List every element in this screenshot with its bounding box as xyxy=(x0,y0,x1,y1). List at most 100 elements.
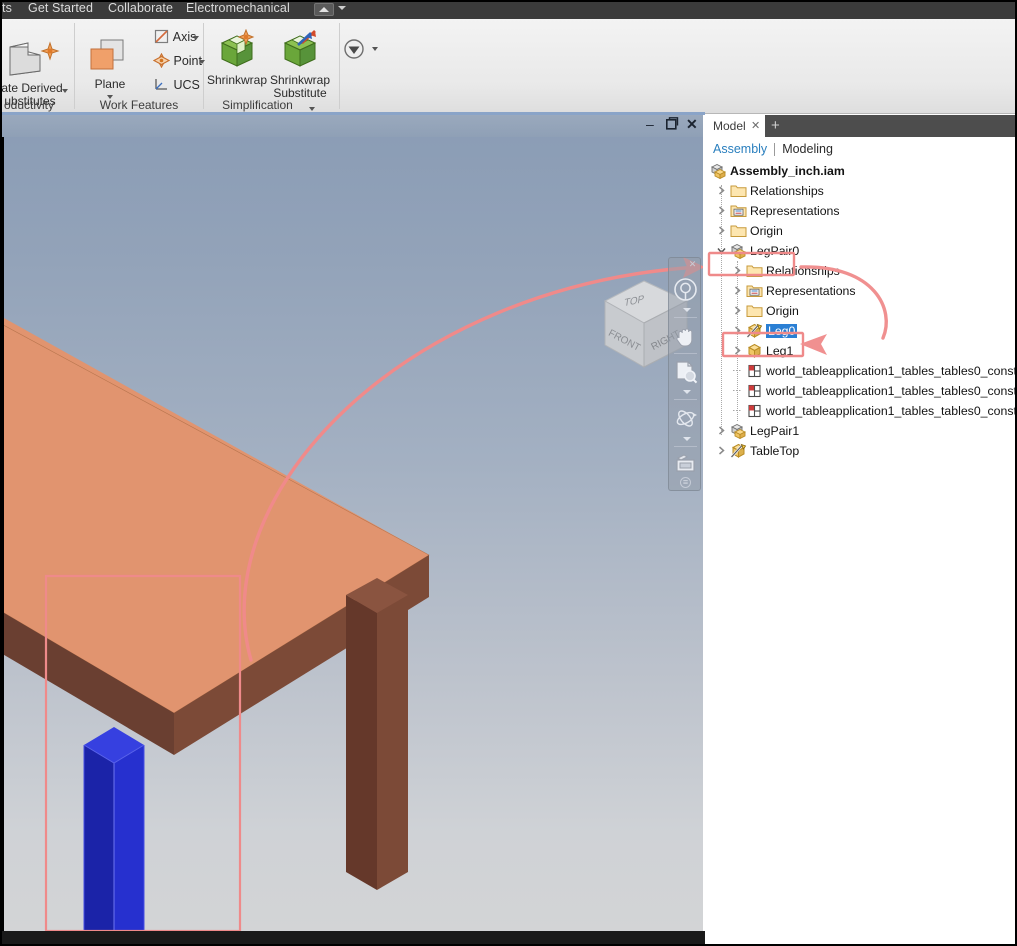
navbar-close-icon[interactable]: ✕ xyxy=(687,259,698,270)
part-icon xyxy=(746,343,763,359)
navigation-bar[interactable]: ✕ ≡ xyxy=(668,257,701,491)
look-at-icon[interactable] xyxy=(672,449,699,479)
browser-subtab-row: Assembly Modeling xyxy=(705,137,1017,161)
menu-bar: ts Get Started Collaborate Electromechan… xyxy=(0,0,1017,19)
tree-node-org1[interactable]: Origin xyxy=(705,301,1017,321)
part-flexible-icon xyxy=(746,323,763,338)
tree-node-c3[interactable]: world_tableapplication1_tables_tables0_c… xyxy=(705,401,1017,421)
tree-leaf-marker xyxy=(733,406,742,415)
menu-item-get-started[interactable]: Get Started xyxy=(28,1,93,15)
chevron-right-icon[interactable] xyxy=(733,346,742,355)
zoom-dropdown-caret-icon[interactable] xyxy=(683,390,691,394)
assembly-icon xyxy=(730,423,747,440)
tree-node-label: Representations xyxy=(750,204,840,218)
representations-icon xyxy=(730,203,747,219)
tree-node-legpair1[interactable]: LegPair1 xyxy=(705,421,1017,441)
tree-node-rep0[interactable]: Representations xyxy=(705,201,1017,221)
work-axis-button[interactable]: Axis xyxy=(153,29,196,44)
menu-item-collaborate[interactable]: Collaborate xyxy=(108,1,173,15)
chevron-right-icon[interactable] xyxy=(733,286,742,295)
folder-icon xyxy=(746,265,763,277)
folder-icon xyxy=(730,225,747,237)
tree-node-root[interactable]: Assembly_inch.iam xyxy=(705,161,1017,181)
shrinkwrap-substitute-icon xyxy=(283,30,317,67)
appearance-dropdown-button[interactable] xyxy=(342,37,366,64)
tree-node-leg1[interactable]: Leg1 xyxy=(705,341,1017,361)
chevron-right-icon[interactable] xyxy=(717,186,726,195)
orbit-dropdown-caret-icon[interactable] xyxy=(683,437,691,441)
chevron-right-icon[interactable] xyxy=(733,266,742,275)
chevron-right-icon[interactable] xyxy=(733,326,742,335)
tree-node-rep1[interactable]: Representations xyxy=(705,281,1017,301)
steering-wheel-dropdown-caret-icon[interactable] xyxy=(683,308,691,312)
tab-close-icon[interactable]: ✕ xyxy=(751,119,760,132)
folder-icon xyxy=(746,305,763,317)
tree-node-rel1[interactable]: Relationships xyxy=(705,261,1017,281)
constraint-icon xyxy=(748,384,761,398)
menu-item-electromechanical[interactable]: Electromechanical xyxy=(186,1,290,15)
tree-node-c2[interactable]: world_tableapplication1_tables_tables0_c… xyxy=(705,381,1017,401)
tree-node-c1[interactable]: world_tableapplication1_tables_tables0_c… xyxy=(705,361,1017,381)
assembly-icon xyxy=(710,163,727,180)
assembly-icon xyxy=(730,243,747,260)
representations-icon xyxy=(746,283,763,299)
navbar-options-icon[interactable]: ≡ xyxy=(680,477,691,488)
tree-node-label: LegPair1 xyxy=(750,424,800,438)
work-point-icon xyxy=(152,52,171,69)
restore-button[interactable] xyxy=(666,117,679,132)
folder-icon xyxy=(730,223,747,239)
tree-node-legpair0[interactable]: LegPair0 xyxy=(705,241,1017,261)
restore-icon xyxy=(666,117,679,130)
chevron-right-icon[interactable] xyxy=(717,226,726,235)
tree-node-org0[interactable]: Origin xyxy=(705,221,1017,241)
close-button[interactable]: ✕ xyxy=(686,117,698,131)
simplification-panel-caret-icon[interactable] xyxy=(309,107,315,111)
chevron-right-icon[interactable] xyxy=(717,446,726,455)
tree-node-label: world_tableapplication1_tables_tables0_c… xyxy=(766,384,1017,398)
chevron-down-icon[interactable] xyxy=(717,246,726,255)
free-orbit-icon[interactable] xyxy=(672,403,699,433)
pan-hand-icon[interactable] xyxy=(672,321,699,351)
ribbon-panel-title-simplification: Simplification xyxy=(222,98,293,112)
subtab-divider xyxy=(774,142,776,156)
work-plane-button[interactable]: Plane xyxy=(81,35,139,91)
subtab-assembly[interactable]: Assembly xyxy=(713,142,767,156)
chevron-down-icon[interactable] xyxy=(338,6,346,10)
menu-item-0[interactable]: ts xyxy=(2,1,12,15)
ribbon-panel-title-work-features: Work Features xyxy=(99,98,179,112)
shrinkwrap-icon xyxy=(220,28,255,67)
ribbon-panel-productivity: ate Derived ubstitutes oductivity xyxy=(0,19,74,114)
appearance-dropdown-icon xyxy=(344,39,364,59)
zoom-window-icon[interactable] xyxy=(672,356,699,386)
application-window: ts Get Started Collaborate Electromechan… xyxy=(0,0,1017,946)
tree-node-leg0[interactable]: Leg0 xyxy=(705,321,1017,341)
collapse-ribbon-arrow-icon[interactable] xyxy=(314,3,334,16)
shrinkwrap-button[interactable]: Shrinkwrap xyxy=(204,28,270,87)
minimize-button[interactable]: – xyxy=(646,117,654,131)
tree-node-rel0[interactable]: Relationships xyxy=(705,181,1017,201)
tree-node-tabletop[interactable]: TableTop xyxy=(705,441,1017,461)
chevron-right-icon[interactable] xyxy=(717,426,726,435)
part-icon xyxy=(747,343,762,358)
ucs-label: UCS xyxy=(173,78,200,92)
axis-dropdown-caret-icon[interactable] xyxy=(193,36,199,40)
work-point-button[interactable]: Point xyxy=(152,52,202,69)
tree-node-label: Leg0 xyxy=(766,324,798,338)
navbar-divider xyxy=(674,317,697,318)
shrinkwrap-substitute-button[interactable]: Shrinkwrap Substitute xyxy=(262,29,338,100)
appearance-caret-icon[interactable] xyxy=(372,47,378,51)
tree-node-label: Leg1 xyxy=(766,344,794,358)
tree-leaf-marker xyxy=(733,366,742,375)
model-browser-panel: Model ✕ + Assembly Modeling Assembly_inc… xyxy=(705,115,1017,946)
tree-node-label: TableTop xyxy=(750,444,800,458)
steering-wheel-icon[interactable] xyxy=(672,274,699,304)
subtab-modeling[interactable]: Modeling xyxy=(782,142,833,156)
graphics-viewport[interactable]: TOP FRONT RIGHT ✕ ≡ xyxy=(2,115,703,931)
shrinkwrap-button-label: Shrinkwrap xyxy=(206,73,268,87)
ucs-icon xyxy=(155,79,167,90)
chevron-right-icon[interactable] xyxy=(717,206,726,215)
derive-dropdown-caret-icon[interactable] xyxy=(62,89,68,93)
ucs-button[interactable]: UCS xyxy=(153,77,200,92)
add-tab-icon[interactable]: + xyxy=(771,118,780,133)
chevron-right-icon[interactable] xyxy=(733,306,742,315)
